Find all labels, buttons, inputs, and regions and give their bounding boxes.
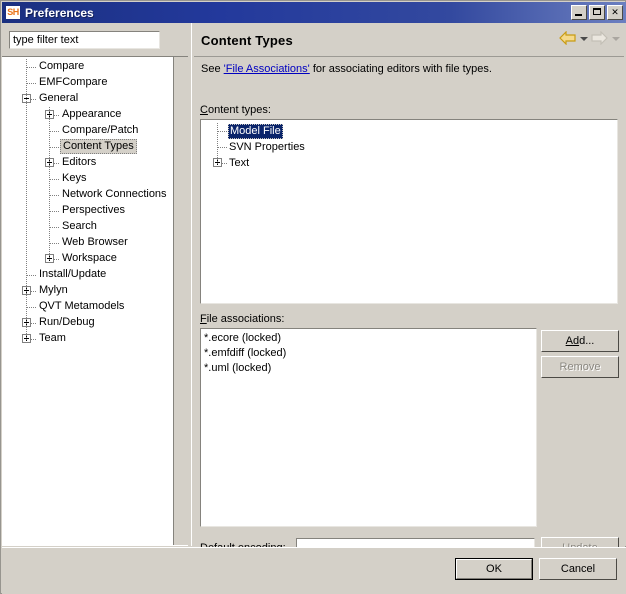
page-navigation (559, 31, 620, 45)
tree-connector (50, 227, 59, 228)
preferences-tree: Compare EMFCompare General Appearance Compar… (2, 59, 172, 347)
maximize-button[interactable] (589, 5, 605, 20)
tree-connector (218, 147, 227, 148)
content-type-row[interactable]: Model File (203, 123, 603, 139)
add-button[interactable]: Add...d... (541, 330, 619, 352)
file-association-item[interactable]: *.uml (locked) (204, 361, 286, 376)
window-title: Preferences (25, 5, 94, 20)
tree-connector (27, 307, 36, 308)
sidebar-item-label: Install/Update (39, 268, 107, 280)
sidebar-item-label: Network Connections (62, 188, 167, 200)
sidebar-item-label: Mylyn (39, 284, 68, 296)
tree-connector (27, 275, 36, 276)
sidebar-tree-container: Compare EMFCompare General Appearance Compar… (2, 56, 188, 546)
sidebar-item-label: Compare/Patch (62, 124, 139, 136)
content-types-label: Content types: (200, 104, 271, 116)
preferences-dialog: SH Preferences ✕ type filter text Compar… (0, 0, 626, 594)
page-title: Content Types (201, 33, 293, 48)
tree-connector (27, 83, 36, 84)
tree-trunk (217, 123, 218, 164)
content-types-tree: Model File SVN Properties Text (203, 123, 603, 171)
sidebar-item-label: Content Types (60, 139, 137, 154)
sidebar-item-label: QVT Metamodels (39, 300, 125, 312)
file-association-item[interactable]: *.emfdiff (locked) (204, 346, 286, 361)
sidebar-item-label: Appearance (62, 108, 122, 120)
back-history-dropdown-icon[interactable] (579, 31, 588, 45)
sidebar-item-label: General (39, 92, 79, 104)
file-associations-label: File associations: (200, 313, 285, 325)
tree-connector (50, 243, 59, 244)
sidebar-item-search[interactable]: Search (2, 219, 172, 235)
sidebar-item-label: Search (62, 220, 97, 232)
window-controls: ✕ (571, 5, 623, 20)
title-bar[interactable]: SH Preferences ✕ (2, 2, 626, 23)
tree-trunk (26, 59, 27, 340)
sidebar-item-label: Run/Debug (39, 316, 95, 328)
tree-connector (50, 211, 59, 212)
sidebar-item-network-connections[interactable]: Network Connections (2, 187, 172, 203)
content-type-row[interactable]: SVN Properties (203, 139, 603, 155)
filter-input[interactable]: type filter text (9, 31, 160, 49)
sidebar-vertical-scrollbar[interactable] (173, 57, 188, 545)
sidebar-item-perspectives[interactable]: Perspectives (2, 203, 172, 219)
ok-button-label: OK (456, 559, 532, 579)
back-arrow-icon[interactable] (559, 31, 576, 45)
sidebar-item-editors[interactable]: Editors (2, 155, 172, 171)
content-types-page: Content Types See 'File Associations' fo… (191, 23, 626, 559)
sidebar-item-label: Keys (62, 172, 87, 184)
tree-trunk (49, 107, 50, 260)
close-icon: ✕ (611, 7, 619, 17)
sidebar-item-content-types[interactable]: Content Types (2, 139, 172, 155)
sidebar-item-keys[interactable]: Keys (2, 171, 172, 187)
tree-connector (50, 147, 59, 148)
sidebar-item-team[interactable]: Team (2, 331, 172, 347)
sidebar-item-install-update[interactable]: Install/Update (2, 267, 172, 283)
sidebar-item-qvt-metamodels[interactable]: QVT Metamodels (2, 299, 172, 315)
forward-history-dropdown-icon (611, 31, 620, 45)
sidebar-item-label: EMFCompare (39, 76, 108, 88)
sidebar-item-mylyn[interactable]: Mylyn (2, 283, 172, 299)
sidebar-item-general[interactable]: General (2, 91, 172, 107)
tree-connector (50, 131, 59, 132)
dialog-footer: OK Cancel (2, 548, 626, 594)
tree-connector (50, 179, 59, 180)
cancel-button[interactable]: Cancel (539, 558, 617, 580)
tree-connector (218, 131, 227, 132)
sidebar-item-label: Editors (62, 156, 97, 168)
sidebar-item-emfcompare[interactable]: EMFCompare (2, 75, 172, 91)
sidebar-item-label: Team (39, 332, 66, 344)
remove-button[interactable]: Remove (541, 356, 619, 378)
content-type-label: Text (229, 157, 250, 169)
sidebar-item-workspace[interactable]: Workspace (2, 251, 172, 267)
sidebar-item-web-browser[interactable]: Web Browser (2, 235, 172, 251)
forward-arrow-icon (591, 31, 608, 45)
minimize-button[interactable] (571, 5, 587, 20)
hint-suffix: for associating editors with file types. (309, 63, 492, 75)
sidebar-item-label: Perspectives (62, 204, 125, 216)
sidebar-item-label: Workspace (62, 252, 117, 264)
preferences-sidebar: type filter text Compare EMFCompare Genera… (2, 23, 188, 546)
content-types-list[interactable]: Model File SVN Properties Text (200, 119, 618, 304)
hint-prefix: See (201, 63, 224, 75)
title-divider (194, 56, 624, 57)
file-associations-list[interactable]: *.ecore (locked) *.emfdiff (locked) *.uml … (200, 328, 537, 527)
sidebar-item-appearance[interactable]: Appearance (2, 107, 172, 123)
sidebar-item-run-debug[interactable]: Run/Debug (2, 315, 172, 331)
file-associations-hint: See 'File Associations' for associating … (201, 63, 492, 75)
close-button[interactable]: ✕ (607, 5, 623, 20)
sidebar-item-label: Web Browser (62, 236, 128, 248)
content-type-label: Model File (228, 124, 283, 139)
sh-app-icon: SH (5, 5, 21, 20)
content-type-row[interactable]: Text (203, 155, 603, 171)
tree-connector (50, 195, 59, 196)
file-association-item[interactable]: *.ecore (locked) (204, 331, 286, 346)
file-associations-link[interactable]: 'File Associations' (224, 63, 310, 75)
tree-connector (27, 67, 36, 68)
ok-button[interactable]: OK (455, 558, 533, 580)
sidebar-item-label: Compare (39, 60, 85, 72)
sidebar-item-compare[interactable]: Compare (2, 59, 172, 75)
content-type-label: SVN Properties (229, 141, 305, 153)
sidebar-item-compare-patch[interactable]: Compare/Patch (2, 123, 172, 139)
file-associations-items: *.ecore (locked) *.emfdiff (locked) *.uml … (204, 331, 286, 376)
